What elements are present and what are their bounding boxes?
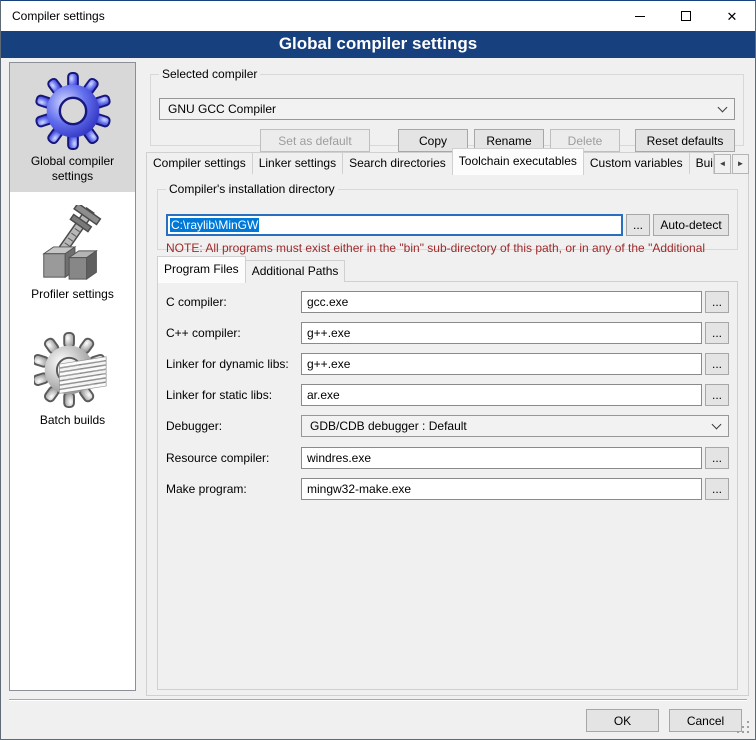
toolchain-executables-panel: Compiler's installation directory C:\ray…: [146, 173, 749, 696]
tab-build-options[interactable]: Build options: [689, 152, 714, 174]
footer-divider: [9, 699, 747, 701]
tab-scroll-left-button[interactable]: ◄: [714, 154, 731, 174]
debugger-select[interactable]: GDB/CDB debugger : Default: [301, 415, 729, 437]
ok-button[interactable]: OK: [586, 709, 659, 732]
resource-compiler-browse-button[interactable]: ...: [705, 447, 729, 469]
caliper-icon: [34, 205, 112, 283]
debugger-label: Debugger:: [166, 419, 301, 433]
main-tabstrip: Compiler settings Linker settings Search…: [146, 147, 749, 174]
field-row: C++ compiler: g++.exe ...: [166, 322, 729, 344]
c-compiler-value: gcc.exe: [307, 295, 348, 309]
debugger-value: GDB/CDB debugger : Default: [310, 419, 713, 433]
c-compiler-label: C compiler:: [166, 295, 301, 309]
make-program-value: mingw32-make.exe: [307, 482, 411, 496]
window-controls: ✕: [617, 1, 755, 31]
c-compiler-input[interactable]: gcc.exe: [301, 291, 702, 313]
triangle-right-icon: ►: [737, 159, 745, 168]
auto-detect-button[interactable]: Auto-detect: [653, 214, 729, 236]
close-icon: ✕: [727, 10, 738, 23]
sidebar-item-label: Batch builds: [12, 413, 133, 428]
gear-stack-icon: [34, 331, 112, 409]
content-area: Selected compiler GNU GCC Compiler Set a…: [146, 61, 749, 697]
cpp-compiler-input[interactable]: g++.exe: [301, 322, 702, 344]
linker-static-label: Linker for static libs:: [166, 388, 301, 402]
installation-directory-legend: Compiler's installation directory: [166, 182, 338, 196]
make-program-label: Make program:: [166, 482, 301, 496]
sidebar-item-label: Global compiler settings: [12, 154, 133, 184]
linker-dynamic-label: Linker for dynamic libs:: [166, 357, 301, 371]
maximize-button[interactable]: [663, 1, 709, 31]
chevron-down-icon: [712, 419, 722, 429]
installation-directory-browse-button[interactable]: ...: [626, 214, 650, 236]
make-program-browse-button[interactable]: ...: [705, 478, 729, 500]
tab-additional-paths[interactable]: Additional Paths: [245, 260, 346, 282]
blue-gear-icon: [34, 72, 112, 150]
compiler-select-value: GNU GCC Compiler: [168, 102, 719, 116]
resource-compiler-input[interactable]: windres.exe: [301, 447, 702, 469]
linker-static-input[interactable]: ar.exe: [301, 384, 702, 406]
compiler-settings-dialog: Compiler settings ✕ Global compiler sett…: [0, 0, 756, 740]
triangle-left-icon: ◄: [719, 159, 727, 168]
field-row: C compiler: gcc.exe ...: [166, 291, 729, 313]
c-compiler-browse-button[interactable]: ...: [705, 291, 729, 313]
sidebar-item-global-compiler-settings[interactable]: Global compiler settings: [10, 63, 135, 192]
tab-search-directories[interactable]: Search directories: [342, 152, 453, 174]
installation-directory-row: C:\raylib\MinGW ... Auto-detect: [166, 214, 729, 236]
window-title: Compiler settings: [1, 9, 105, 23]
selected-compiler-legend: Selected compiler: [159, 67, 260, 81]
sidebar-item-profiler-settings[interactable]: Profiler settings: [10, 196, 135, 310]
field-row: Linker for dynamic libs: g++.exe ...: [166, 353, 729, 375]
tab-scroll-buttons: ◄ ►: [713, 154, 749, 174]
resource-compiler-label: Resource compiler:: [166, 451, 301, 465]
tab-custom-variables[interactable]: Custom variables: [583, 152, 690, 174]
linker-dynamic-input[interactable]: g++.exe: [301, 353, 702, 375]
program-files-panel: C compiler: gcc.exe ... C++ compiler: g+…: [157, 281, 738, 690]
installation-directory-value: C:\raylib\MinGW: [170, 218, 259, 232]
tab-toolchain-executables[interactable]: Toolchain executables: [452, 148, 584, 175]
sidebar-item-label: Profiler settings: [12, 287, 133, 302]
settings-sidebar: Global compiler settings: [9, 62, 136, 691]
field-row: Resource compiler: windres.exe ...: [166, 447, 729, 469]
make-program-input[interactable]: mingw32-make.exe: [301, 478, 702, 500]
tab-scroll-right-button[interactable]: ►: [732, 154, 749, 174]
linker-static-browse-button[interactable]: ...: [705, 384, 729, 406]
linker-dynamic-value: g++.exe: [307, 357, 350, 371]
bin-subdirectory-note: NOTE: All programs must exist either in …: [166, 241, 736, 255]
sidebar-item-batch-builds[interactable]: Batch builds: [10, 322, 135, 436]
installation-directory-group: Compiler's installation directory C:\ray…: [157, 182, 738, 250]
page-title: Global compiler settings: [1, 31, 755, 58]
titlebar: Compiler settings ✕: [1, 1, 755, 31]
tab-linker-settings[interactable]: Linker settings: [252, 152, 343, 174]
linker-static-value: ar.exe: [307, 388, 340, 402]
minimize-button[interactable]: [617, 1, 663, 31]
compiler-select[interactable]: GNU GCC Compiler: [159, 98, 735, 120]
installation-directory-input[interactable]: C:\raylib\MinGW: [166, 214, 623, 236]
maximize-icon: [681, 11, 691, 21]
close-button[interactable]: ✕: [709, 1, 755, 31]
tab-program-files[interactable]: Program Files: [157, 256, 246, 283]
field-row: Debugger: GDB/CDB debugger : Default: [166, 415, 729, 437]
resource-compiler-value: windres.exe: [307, 451, 371, 465]
cpp-compiler-value: g++.exe: [307, 326, 350, 340]
resize-grip[interactable]: [747, 731, 749, 733]
linker-dynamic-browse-button[interactable]: ...: [705, 353, 729, 375]
minimize-icon: [635, 16, 645, 17]
selected-compiler-group: Selected compiler GNU GCC Compiler Set a…: [150, 67, 744, 146]
field-row: Linker for static libs: ar.exe ...: [166, 384, 729, 406]
tab-compiler-settings[interactable]: Compiler settings: [146, 152, 253, 174]
cpp-compiler-browse-button[interactable]: ...: [705, 322, 729, 344]
chevron-down-icon: [718, 102, 728, 112]
cpp-compiler-label: C++ compiler:: [166, 326, 301, 340]
field-row: Make program: mingw32-make.exe ...: [166, 478, 729, 500]
program-files-tabstrip: Program Files Additional Paths: [157, 255, 344, 282]
cancel-button[interactable]: Cancel: [669, 709, 742, 732]
